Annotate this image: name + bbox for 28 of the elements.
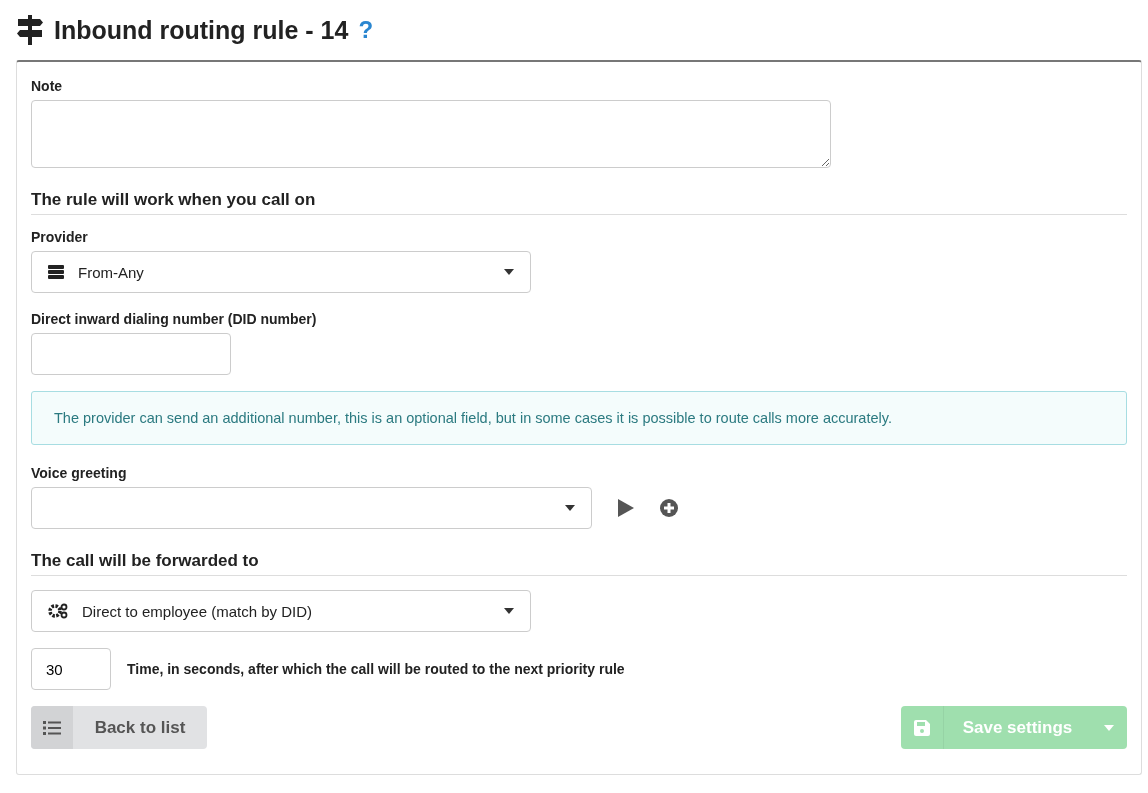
- play-icon[interactable]: [618, 499, 634, 517]
- forward-select[interactable]: Direct to employee (match by DID): [31, 590, 531, 632]
- help-link[interactable]: ?: [358, 16, 374, 44]
- provider-select[interactable]: From-Any: [31, 251, 531, 293]
- list-icon: [43, 720, 61, 735]
- server-icon: [48, 265, 64, 279]
- page-title: Inbound routing rule - 14: [54, 15, 349, 45]
- back-button[interactable]: Back to list: [31, 706, 207, 749]
- caret-icon: [504, 608, 514, 614]
- add-icon[interactable]: [660, 499, 678, 517]
- note-field[interactable]: [31, 100, 831, 168]
- field-label: Note: [31, 78, 63, 94]
- section-heading: The rule will work when you call on: [31, 190, 316, 210]
- caret-icon: [1104, 724, 1114, 731]
- did-field[interactable]: [31, 333, 231, 375]
- caret-icon: [565, 505, 575, 511]
- info-message: The provider can send an additional number, this is an optional field, but in some cases it is possible to route calls more accurately.: [31, 391, 1127, 445]
- field-label: Provider: [31, 229, 88, 245]
- field-label: Direct inward dialing number (DID number): [31, 311, 317, 327]
- section-heading: The call will be forwarded to: [31, 551, 259, 571]
- greeting-select[interactable]: [31, 487, 592, 529]
- floppy-icon: [914, 719, 930, 736]
- field-label: Voice greeting: [31, 465, 127, 481]
- signpost-icon: [16, 15, 44, 45]
- caret-icon: [504, 269, 514, 275]
- gears-icon: [48, 603, 68, 619]
- timeout-label: Time, in seconds, after which the call will be routed to the next priority rule: [127, 661, 625, 677]
- timeout-field[interactable]: 30: [31, 648, 111, 690]
